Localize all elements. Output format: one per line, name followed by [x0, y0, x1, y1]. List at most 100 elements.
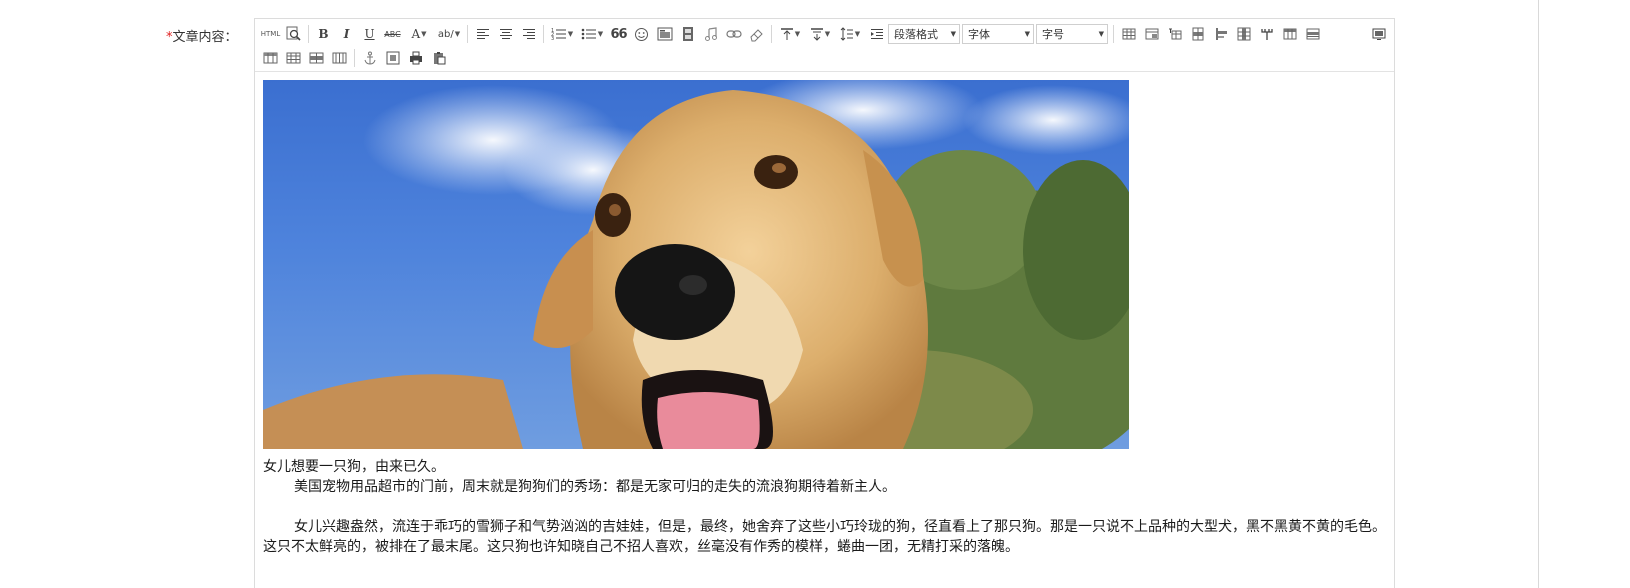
article-paragraph: 女儿兴趣盎然，流连于乖巧的雪狮子和气势汹汹的吉娃娃，但是，最终，她舍弃了这些小巧…: [263, 519, 1386, 555]
blockquote-button[interactable]: 66: [607, 23, 630, 45]
merge-cells-button[interactable]: [1232, 23, 1255, 45]
table-cols-button[interactable]: [328, 47, 351, 69]
chevron-down-icon: ▼: [854, 30, 861, 38]
article-paragraph: 女儿想要一只狗，由来已久。: [263, 459, 445, 475]
insert-table-button[interactable]: [1117, 23, 1140, 45]
align-right-icon: [522, 29, 535, 39]
toolbar-row-2: [259, 46, 1390, 70]
ordered-list-button[interactable]: 123 ▼: [547, 23, 577, 45]
table-row-button[interactable]: [259, 47, 282, 69]
insert-col-button[interactable]: [1278, 23, 1301, 45]
html-source-button[interactable]: HTML: [259, 23, 282, 45]
insert-row-button[interactable]: [1186, 23, 1209, 45]
eraser-button[interactable]: [745, 23, 768, 45]
code-icon: [386, 51, 399, 65]
back-color-button[interactable]: ab / ▼: [434, 23, 464, 45]
font-size-select[interactable]: 字号 ▼: [1036, 24, 1108, 44]
fullscreen-button[interactable]: [1367, 23, 1390, 45]
emoji-button[interactable]: [630, 23, 653, 45]
insert-caption-button[interactable]: [1163, 23, 1186, 45]
svg-text:3: 3: [551, 36, 554, 40]
table-row-icon: [263, 52, 278, 64]
delete-col-button[interactable]: [1301, 23, 1324, 45]
paste-button[interactable]: [427, 47, 450, 69]
page-scrollbar-track[interactable]: [1538, 0, 1539, 588]
table-grid-button[interactable]: [282, 47, 305, 69]
chevron-down-icon: ▼: [950, 30, 956, 38]
align-center-button[interactable]: [494, 23, 517, 45]
table-props-button[interactable]: [1140, 23, 1163, 45]
anchor-button[interactable]: [358, 47, 381, 69]
insert-music-button[interactable]: [699, 23, 722, 45]
indent-button[interactable]: [865, 23, 888, 45]
paragraph-format-select[interactable]: 段落格式 ▼: [888, 24, 960, 44]
article-image[interactable]: [263, 80, 1129, 449]
table-cols-icon: [332, 52, 347, 64]
image-icon: [657, 27, 672, 41]
strikethrough-button[interactable]: ABC: [381, 23, 404, 45]
bold-button[interactable]: B: [312, 23, 335, 45]
insert-row-icon: [1192, 27, 1203, 41]
row-spacing-bottom-button[interactable]: ▼: [805, 23, 835, 45]
editor-content[interactable]: 女儿想要一只狗，由来已久。 美国宠物用品超市的门前，周末就是狗狗们的秀场：都是无…: [263, 80, 1391, 557]
link-icon: [725, 30, 742, 38]
align-left-icon: [476, 29, 489, 39]
print-icon: [409, 51, 422, 65]
line-height-button[interactable]: ▼: [835, 23, 865, 45]
underline-button[interactable]: U: [358, 23, 381, 45]
chevron-down-icon: ▼: [567, 30, 574, 38]
indent-icon: [870, 29, 883, 39]
table-props-icon: [1145, 28, 1158, 40]
row-spacing-bottom-icon: [810, 28, 823, 41]
insert-video-button[interactable]: [676, 23, 699, 45]
article-content-label: *文章内容：: [166, 26, 238, 45]
merge-cells-icon: [1237, 27, 1250, 41]
print-button[interactable]: [404, 47, 427, 69]
toolbar-separator: [308, 25, 309, 43]
label-text: 文章内容：: [172, 30, 238, 45]
insert-caption-icon: [1168, 28, 1181, 40]
preview-button[interactable]: [282, 23, 305, 45]
split-icon: [1260, 29, 1273, 40]
toolbar-row-1: HTML B I U ABC A ▼ ab / ▼ 123 ▼ ▼ 66 ▼ ▼…: [259, 22, 1390, 46]
chevron-down-icon: ▼: [597, 30, 604, 38]
article-paragraph: 美国宠物用品超市的门前，周末就是狗狗们的秀场：都是无家可归的走失的流浪狗期待着新…: [294, 479, 896, 495]
insert-image-button[interactable]: [653, 23, 676, 45]
insert-paragraph-icon: [1215, 28, 1227, 40]
toolbar-separator: [1113, 25, 1114, 43]
font-color-button[interactable]: A ▼: [404, 23, 434, 45]
insert-col-icon: [1283, 28, 1296, 40]
music-icon: [704, 27, 717, 41]
table-grid-icon: [286, 52, 301, 64]
align-right-button[interactable]: [517, 23, 540, 45]
rich-text-editor[interactable]: HTML B I U ABC A ▼ ab / ▼ 123 ▼ ▼ 66 ▼ ▼…: [254, 18, 1395, 588]
fullscreen-icon: [1372, 28, 1385, 40]
row-spacing-top-icon: [780, 28, 793, 40]
row-spacing-top-button[interactable]: ▼: [775, 23, 805, 45]
toolbar-separator: [354, 49, 355, 67]
film-icon: [682, 27, 693, 41]
line-height-icon: [840, 27, 853, 41]
unordered-list-button[interactable]: ▼: [577, 23, 607, 45]
align-left-button[interactable]: [471, 23, 494, 45]
insert-code-button[interactable]: [381, 47, 404, 69]
table-header-button[interactable]: [305, 47, 328, 69]
insert-paragraph-button[interactable]: [1209, 23, 1232, 45]
italic-button[interactable]: I: [335, 23, 358, 45]
anchor-icon: [364, 51, 375, 65]
split-cells-button[interactable]: [1255, 23, 1278, 45]
toolbar-separator: [543, 25, 544, 43]
dog-photo-graphic: [263, 80, 1129, 449]
toolbar-separator: [467, 25, 468, 43]
chevron-down-icon: ▼: [421, 30, 427, 38]
delete-col-icon: [1306, 28, 1319, 40]
smiley-icon: [635, 27, 648, 41]
magnifier-icon: [286, 26, 301, 41]
chevron-down-icon: ▼: [454, 30, 461, 38]
chevron-down-icon: ▼: [824, 30, 831, 38]
align-center-icon: [499, 29, 512, 39]
ordered-list-icon: 123: [551, 28, 566, 40]
paste-icon: [433, 52, 445, 65]
insert-link-button[interactable]: [722, 23, 745, 45]
font-family-select[interactable]: 字体 ▼: [962, 24, 1034, 44]
